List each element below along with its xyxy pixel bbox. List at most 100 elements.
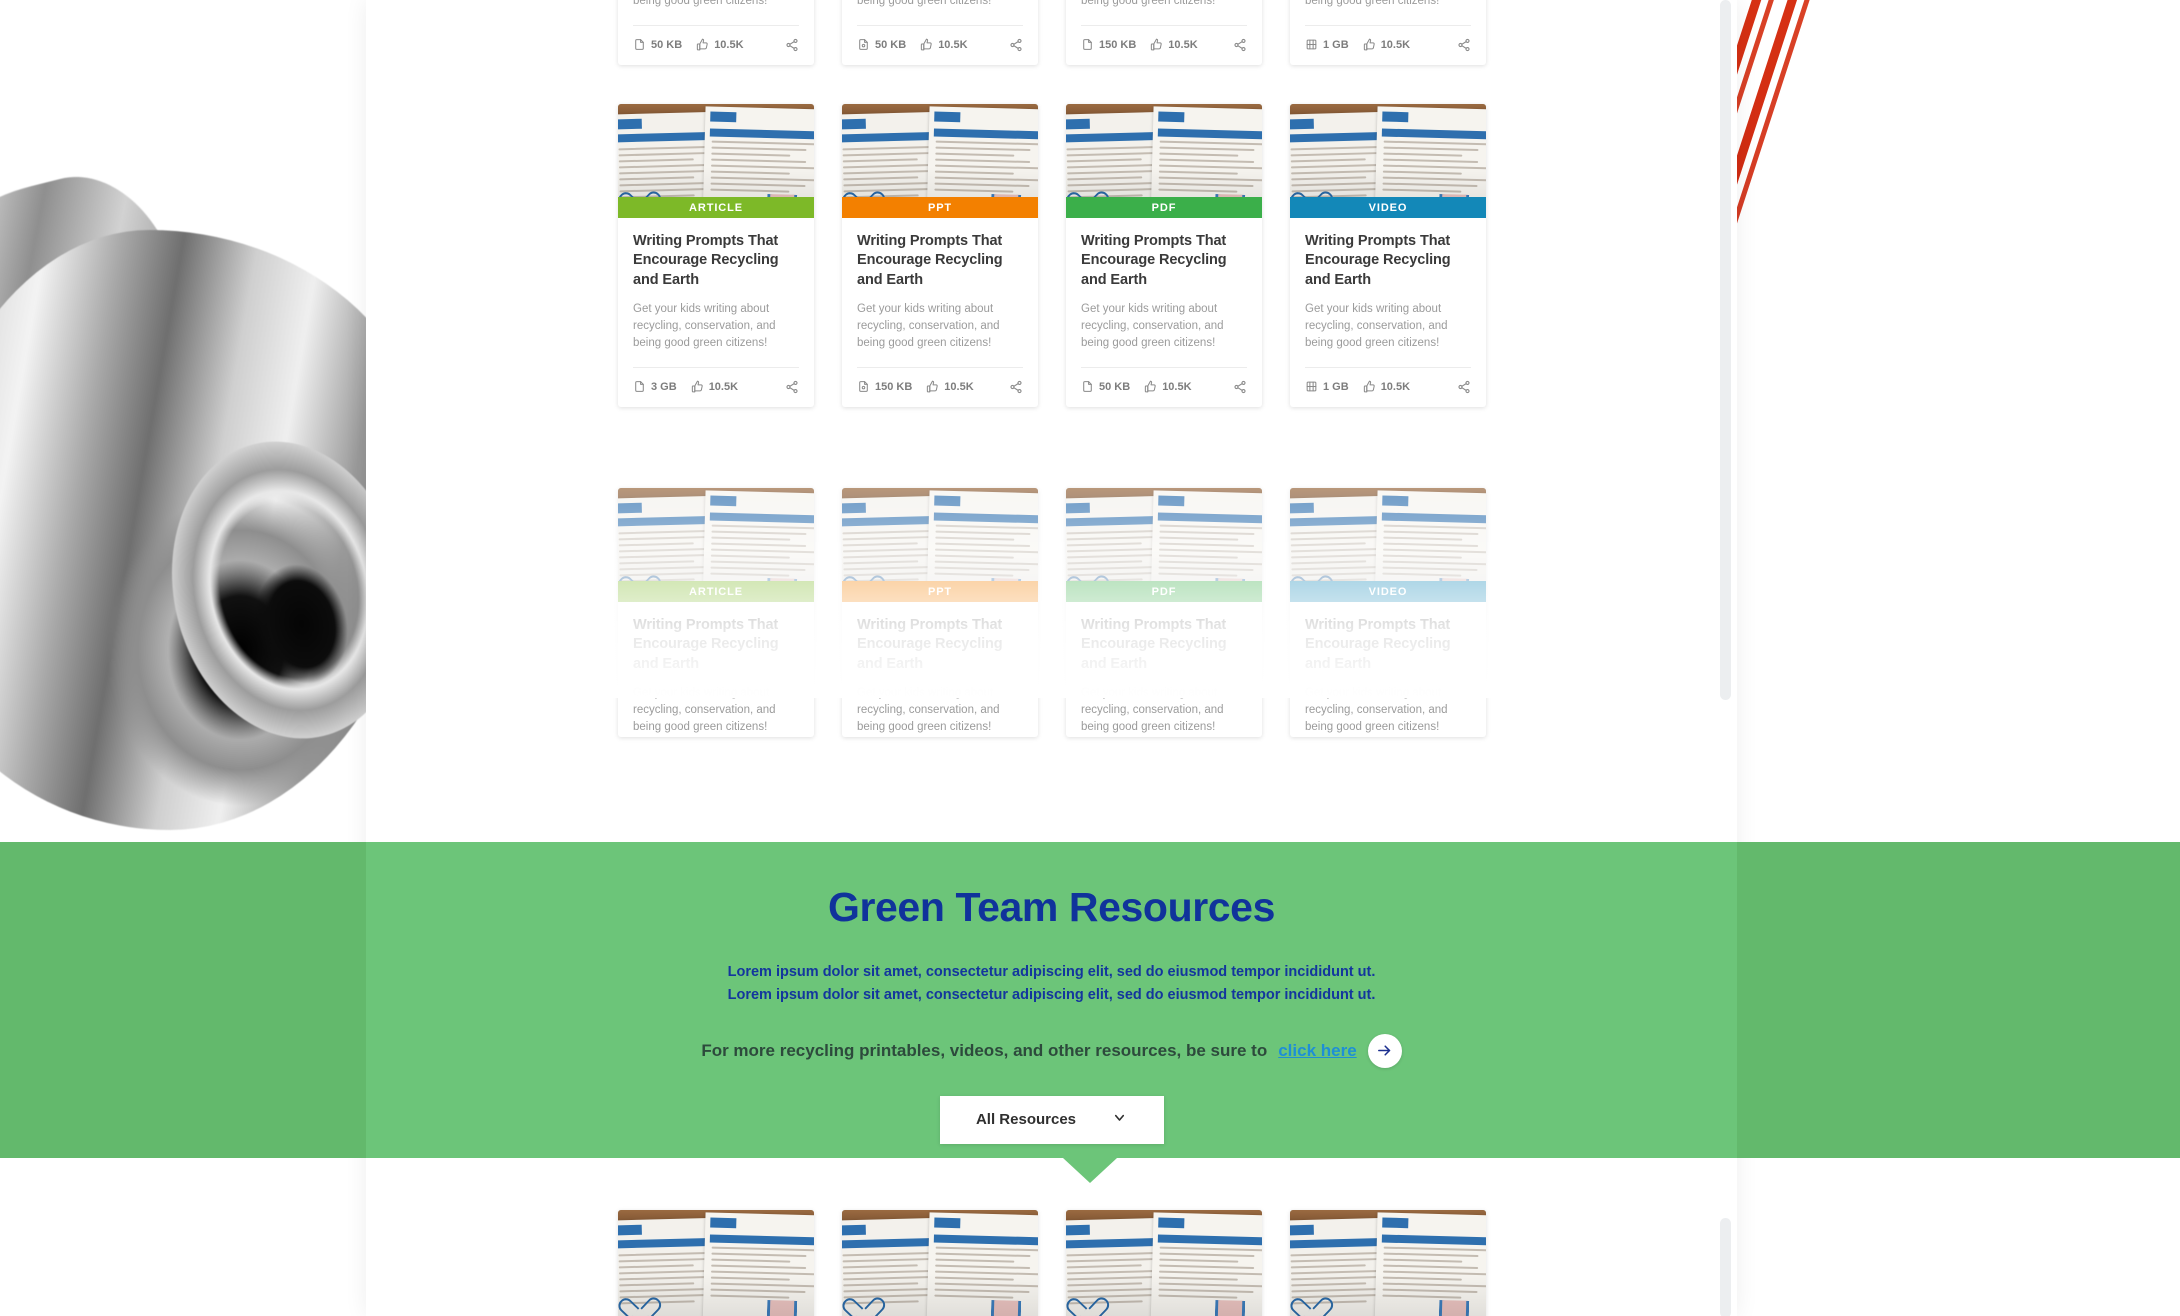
resource-card[interactable]: ARTICLEWriting Prompts That Encourage Re… [618,0,814,65]
file-size-value: 50 KB [1099,380,1131,393]
banner-description-line-2: Lorem ipsum dolor sit amet, consectetur … [727,986,1376,1003]
resource-card-thumbnail[interactable] [842,1210,1038,1316]
resource-card[interactable]: PDF Writing Prompts That Encourage Recycl… [1066,104,1262,407]
resource-card-title: Writing Prompts That Encourage Recycling… [857,617,1003,672]
resource-card-thumbnail[interactable] [1066,1210,1262,1316]
share-icon[interactable] [785,380,799,394]
banner-cta-text: For more recycling printables, videos, a… [701,1040,1268,1060]
resource-card-meta: 150 KB 10.5K [857,366,1023,394]
share-icon[interactable] [1233,38,1247,52]
resource-card-body: Writing Prompts That Encourage Recycling… [842,602,1038,737]
resource-card-thumbnail[interactable] [1290,1210,1486,1316]
thumbs-up-icon[interactable] [926,380,939,393]
share-icon[interactable] [1457,380,1471,394]
likes-meta[interactable]: 10.5K [1363,38,1410,51]
resource-card-thumbnail[interactable]: VIDEO [1290,488,1486,602]
arrow-right-icon[interactable] [1367,1033,1402,1068]
thumbs-up-icon[interactable] [920,38,933,51]
likes-value: 10.5K [1380,380,1411,393]
likes-meta[interactable]: 10.5K [926,380,974,393]
resource-card[interactable] [618,1210,814,1316]
file-size-value: 150 KB [875,380,913,393]
file-size-meta: 50 KB [857,38,906,51]
resource-card-description: Get your kids writing about recycling, c… [1081,686,1224,734]
resource-card[interactable]: PPTWriting Prompts That Encourage Recycl… [842,104,1038,407]
share-button[interactable] [1009,380,1023,394]
resource-card-thumbnail[interactable]: ARTICLE [618,104,814,218]
resource-card[interactable]: PDFWriting Prompts That Encourage Recycl… [1066,0,1262,65]
resource-card-thumbnail[interactable]: VIDEO [1290,104,1486,218]
resource-card-title: Writing Prompts That Encourage Recycling… [1305,617,1451,672]
resource-card-thumbnail[interactable]: PPT [842,104,1038,218]
resource-card-body: Writing Prompts That Encourage Recycling… [618,602,814,737]
share-button[interactable] [785,38,799,52]
share-icon[interactable] [785,38,799,52]
file-size-meta: 150 KB [857,380,912,393]
resource-card[interactable]: ARTICLEWriting Prompts That Encourage Re… [618,488,814,737]
resource-card-meta: 3 GB 10.5K [633,366,799,394]
resource-card-thumbnail[interactable] [618,1210,814,1316]
click-here-link[interactable]: click here [1278,1041,1356,1061]
file-icon [1081,380,1094,393]
share-button[interactable] [1457,380,1471,394]
resource-card-body: Writing Prompts That Encourage Recycling… [618,0,814,11]
resource-card[interactable] [1066,1210,1262,1316]
share-button[interactable] [1233,380,1247,394]
ppt-icon [857,380,870,393]
likes-meta[interactable]: 10.5K [696,38,744,51]
file-icon [633,38,646,51]
file-icon [633,380,646,393]
resource-card-thumbnail[interactable]: PDF [1066,104,1262,218]
thumbs-up-icon[interactable] [1150,38,1163,51]
thumbs-up-icon[interactable] [696,38,709,51]
file-size-meta: 1 GB [1305,38,1349,51]
chevron-down-icon [1112,1110,1127,1129]
share-button[interactable] [1233,38,1247,52]
resource-card-thumbnail[interactable]: ARTICLE [618,488,814,602]
resource-card-thumbnail[interactable]: PDF [1066,488,1262,602]
likes-value: 10.5K [714,38,744,51]
resource-card-body: Writing Prompts That Encourage Recycling… [1290,602,1486,737]
resource-card[interactable]: VIDEO Writing Prompts That Encourage Recy… [1290,488,1486,737]
likes-meta[interactable]: 10.5K [691,380,738,393]
resource-card[interactable]: PPT Writing Prompts That Encourage Recycl… [842,488,1038,737]
resource-card[interactable]: VIDEOWriting Prompts That Encourage Recy… [1290,0,1486,65]
share-button[interactable] [1457,38,1471,52]
likes-value: 10.5K [1162,380,1192,393]
resource-card-body: Writing Prompts That Encourage Recycling… [842,218,1038,353]
share-button[interactable] [785,380,799,394]
resource-card[interactable]: ARTICLEWriting Prompts That Encourage Re… [618,104,814,407]
worksheet-photo [1066,1210,1262,1316]
page-title: Green Team Resources [827,884,1275,930]
likes-meta[interactable]: 10.5K [1363,380,1410,393]
worksheet-photo [1290,1210,1486,1316]
resource-card-thumbnail[interactable]: PPT [842,488,1038,602]
thumbs-up-icon[interactable] [691,380,704,393]
likes-meta[interactable]: 10.5K [920,38,968,51]
resource-card[interactable]: PPTWriting Prompts That Encourage Recycl… [842,0,1038,65]
share-button[interactable] [1009,38,1023,52]
likes-meta[interactable]: 10.5K [1144,380,1192,393]
thumbs-up-icon[interactable] [1363,38,1376,51]
resource-card-meta: 1 GB 10.5K [1305,366,1471,394]
likes-meta[interactable]: 10.5K [1150,38,1198,51]
share-icon[interactable] [1233,380,1247,394]
share-icon[interactable] [1009,38,1023,52]
share-icon[interactable] [1009,380,1023,394]
share-icon[interactable] [1457,38,1471,52]
thumbs-up-icon[interactable] [1363,380,1376,393]
file-size-meta: 50 KB [1081,380,1130,393]
worksheet-photo [842,1210,1038,1316]
resource-card-title: Writing Prompts That Encourage Recycling… [1081,233,1227,288]
resource-type-badge: PDF [1066,197,1262,218]
resource-card[interactable] [842,1210,1038,1316]
all-resources-dropdown[interactable]: All Resources [939,1095,1164,1144]
resource-card[interactable]: VIDEOWriting Prompts That Encourage Recy… [1290,104,1486,407]
resource-card[interactable] [1290,1210,1486,1316]
scrollbar-thumb[interactable] [1720,0,1731,700]
resource-card[interactable]: PDFWriting Prompts That Encourage Recycl… [1066,488,1262,737]
scrollbar-thumb-lower[interactable] [1720,1218,1731,1316]
resource-card-row-bottom [618,1210,1528,1316]
resource-card-meta: 150 KB 10.5K [1081,24,1247,52]
thumbs-up-icon[interactable] [1144,380,1157,393]
